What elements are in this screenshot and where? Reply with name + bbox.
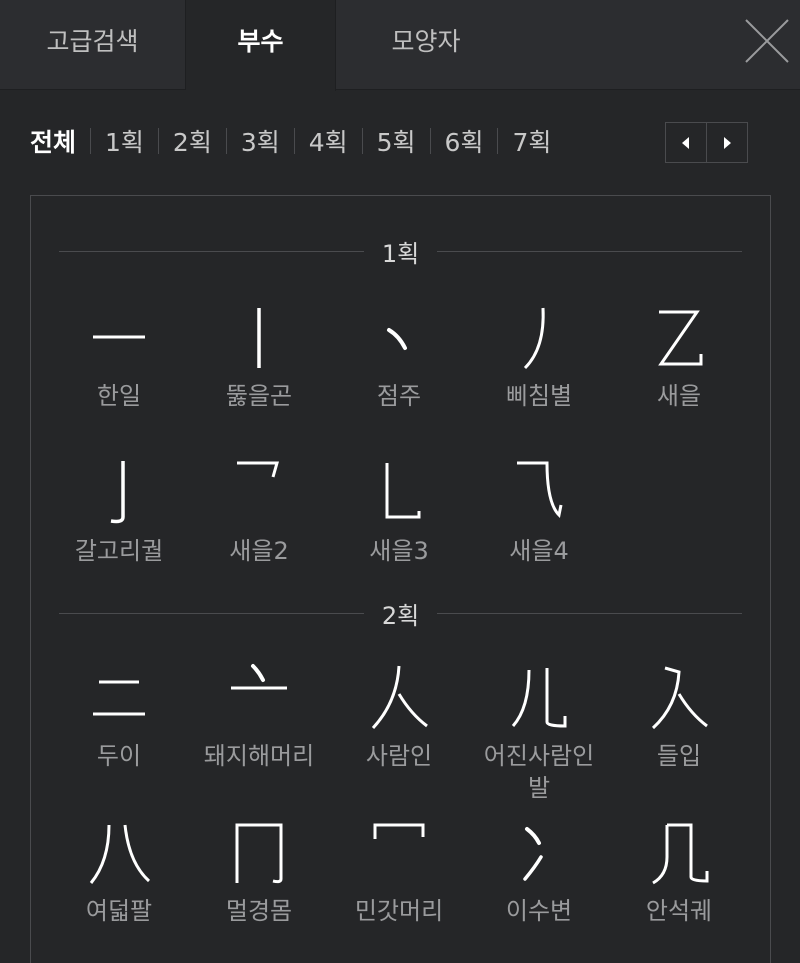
divider [361,128,363,154]
radical-ji-glyph [639,813,719,891]
stroke-pager [665,122,748,163]
radical-name: 새을4 [509,537,569,565]
tab-advanced-search[interactable]: 고급검색 [0,0,186,90]
divider [157,128,159,154]
radical-yi23-glyph [359,453,439,531]
stroke-6[interactable]: 6획 [445,123,484,159]
radical-name: 여덟팔 [85,897,153,925]
radical-item[interactable]: 새을4 [469,423,609,578]
divider [293,128,295,154]
radical-name: 돼지해머리 [203,742,315,770]
divider [429,128,431,154]
radical-item[interactable]: 어진사람인발 [469,628,609,802]
radical-item[interactable]: 이수변 [469,783,609,938]
radical-name: 갈고리궐 [74,537,164,565]
radical-item[interactable]: 사람인 [329,628,469,783]
section-header-2: 2획 [59,598,743,630]
radical-pie-glyph [499,298,579,376]
radical-name: 민갓머리 [354,897,444,925]
stroke-filter: 전체 1획 2획 3획 4획 5획 6획 7획 [30,118,551,164]
radical-item[interactable]: 점주 [329,268,469,423]
radical-name: 한일 [96,382,142,410]
radical-panel: 1획 한일 뚫을곤 점주 삐침별 새을 갈고리궐 새을2 새을3 새을4 2획 … [30,195,771,963]
radical-name: 새을2 [229,537,289,565]
radical-name: 삐침별 [505,382,573,410]
radical-name: 멀경몸 [225,897,293,925]
radical-zhu-glyph [359,298,439,376]
radical-name: 뚫을곤 [225,382,293,410]
close-icon[interactable] [740,12,796,68]
radical-jiong-glyph [219,813,299,891]
radical-gun-glyph [219,298,299,376]
stroke-1[interactable]: 1획 [105,123,144,159]
radical-item[interactable]: 멀경몸 [189,783,329,938]
radical-ba-glyph [79,813,159,891]
stroke-all[interactable]: 전체 [30,123,76,159]
radical-ru-glyph [639,658,719,736]
stroke-7[interactable]: 7획 [512,123,551,159]
prev-button[interactable] [666,123,706,162]
radical-name: 사람인 [365,742,433,770]
radical-yi2-glyph [639,298,719,376]
radical-item[interactable]: 새을2 [189,423,329,578]
radical-er2-glyph [499,658,579,736]
radical-grid-2: 두이 돼지해머리 사람인 어진사람인발 들입 여덟팔 멀경몸 민갓머리 이수변 … [49,628,749,938]
radical-yi-glyph [79,298,159,376]
radical-name: 새을 [656,382,702,410]
radical-ren-glyph [359,658,439,736]
stroke-3[interactable]: 3획 [241,123,280,159]
stroke-2[interactable]: 2획 [173,123,212,159]
radical-item[interactable]: 여덟팔 [49,783,189,938]
radical-name: 안석궤 [645,897,713,925]
radical-jue-glyph [79,453,159,531]
radical-item[interactable]: 한일 [49,268,189,423]
radical-yi24-glyph [499,453,579,531]
section-title: 2획 [381,601,420,630]
radical-name: 새을3 [369,537,429,565]
radical-name: 두이 [96,742,142,770]
radical-item[interactable]: 민갓머리 [329,783,469,938]
caret-right-icon [724,136,731,149]
section-header-1: 1획 [59,236,743,268]
radical-name: 이수변 [505,897,573,925]
radical-yi22-glyph [219,453,299,531]
tab-shape[interactable]: 모양자 [336,0,516,90]
radical-mi-glyph [359,813,439,891]
next-button[interactable] [706,123,747,162]
caret-left-icon [682,136,689,149]
radical-name: 들입 [656,742,702,770]
divider [90,128,92,154]
stroke-5[interactable]: 5획 [377,123,416,159]
radical-item[interactable]: 삐침별 [469,268,609,423]
divider [225,128,227,154]
radical-item[interactable]: 두이 [49,628,189,783]
radical-item[interactable]: 돼지해머리 [189,628,329,783]
radical-item[interactable]: 새을 [609,268,749,423]
divider [497,128,499,154]
radical-bing-glyph [499,813,579,891]
tab-bar: 고급검색 부수 모양자 [0,0,800,91]
radical-grid-1: 한일 뚫을곤 점주 삐침별 새을 갈고리궐 새을2 새을3 새을4 [49,268,749,578]
radical-item[interactable]: 안석궤 [609,783,749,938]
radical-item[interactable]: 새을3 [329,423,469,578]
radical-name: 점주 [376,382,422,410]
radical-item[interactable]: 뚫을곤 [189,268,329,423]
section-title: 1획 [381,239,420,268]
tab-radical[interactable]: 부수 [186,0,336,91]
radical-er-glyph [79,658,159,736]
stroke-4[interactable]: 4획 [309,123,348,159]
radical-tou-glyph [219,658,299,736]
radical-item[interactable]: 들입 [609,628,749,783]
radical-item[interactable]: 갈고리궐 [49,423,189,578]
